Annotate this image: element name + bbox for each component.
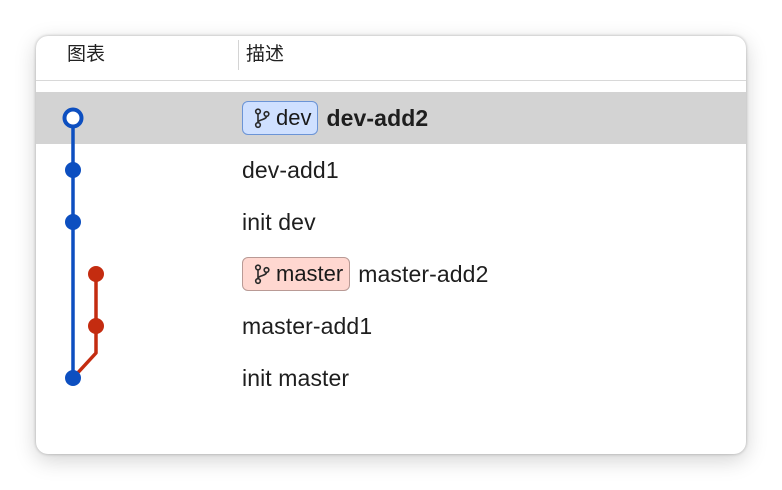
commit-node[interactable] [88, 318, 104, 334]
branch-badge-label: dev [276, 105, 312, 130]
commit-row-content: master-add1 [242, 300, 372, 352]
branch-badge-dev[interactable]: dev [242, 101, 319, 135]
commit-message: init master [242, 364, 350, 391]
commit-row-content: init dev [242, 196, 316, 248]
commit-message: master-add2 [358, 260, 489, 287]
commit-row-content: dev-add1 [242, 144, 339, 196]
commit-row-content: master master-add2 [242, 248, 488, 300]
commit-row-content: dev dev-add2 [242, 92, 428, 144]
commit-message: init dev [242, 208, 316, 235]
branch-icon [254, 108, 270, 129]
commit-node[interactable] [65, 162, 81, 178]
branch-badge-label: master [276, 261, 344, 286]
head-commit-node[interactable] [62, 107, 84, 129]
commit-node[interactable] [65, 214, 81, 230]
branch-badge-master[interactable]: master [242, 257, 351, 291]
commit-row-content: init master [242, 352, 349, 404]
commit-graph [62, 107, 104, 386]
commit-message: dev-add1 [242, 156, 339, 183]
commit-message: dev-add2 [326, 104, 429, 131]
description-column-header[interactable]: 描述 [246, 42, 284, 66]
commit-node[interactable] [65, 370, 81, 386]
commit-message: master-add1 [242, 312, 373, 339]
commit-node[interactable] [88, 266, 104, 282]
branch-icon [254, 264, 270, 285]
column-divider[interactable] [238, 40, 239, 70]
commit-history-window: 图表 描述 dev dev-add2 dev-add1 init dev master m… [36, 36, 746, 454]
